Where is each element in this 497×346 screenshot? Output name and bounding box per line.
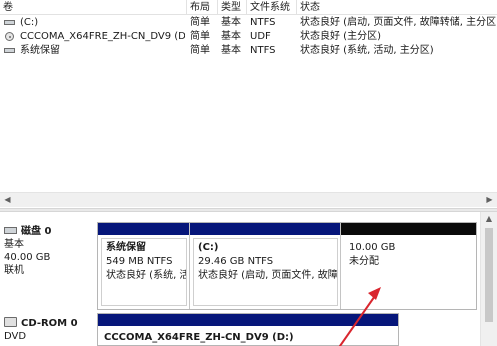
horizontal-scrollbar[interactable]: ◀ ▶ xyxy=(0,192,497,207)
disk-0-size: 40.00 GB xyxy=(4,252,51,263)
scroll-right-icon[interactable]: ▶ xyxy=(482,193,497,207)
column-header-volume[interactable]: 卷 xyxy=(0,0,187,15)
volume-name: (C:) xyxy=(20,17,39,28)
cdrom-0-type: DVD xyxy=(4,331,27,342)
volume-list-header: 卷 布局 类型 文件系统 状态 xyxy=(0,0,497,15)
disk-0-type: 基本 xyxy=(4,239,24,250)
volume-layout: 简单 xyxy=(190,31,210,42)
partition-system-reserved[interactable]: 系统保留 549 MB NTFS 状态良好 (系统, 活 xyxy=(98,223,190,309)
volume-filesystem: NTFS xyxy=(250,45,276,56)
column-header-type[interactable]: 类型 xyxy=(218,0,247,15)
drive-icon xyxy=(4,18,16,27)
cdrom-0-info[interactable]: CD-ROM 0 DVD xyxy=(4,317,94,343)
partition-status: 状态良好 (启动, 页面文件, 故障 xyxy=(198,270,338,281)
column-header-layout[interactable]: 布局 xyxy=(187,0,218,15)
partition-name: 系统保留 xyxy=(106,242,146,253)
volume-type: 基本 xyxy=(221,45,241,56)
disk-0-state: 联机 xyxy=(4,265,24,276)
drive-icon xyxy=(4,46,16,55)
volume-row-d[interactable]: CCCOMA_X64FRE_ZH-CN_DV9 (D:) 简单 基本 UDF 状… xyxy=(0,30,497,43)
cdrom-0-title: CD-ROM 0 xyxy=(21,318,78,329)
partition-status: 未分配 xyxy=(349,256,379,267)
volume-name: CCCOMA_X64FRE_ZH-CN_DV9 (D:) xyxy=(20,31,185,42)
volume-type: 基本 xyxy=(221,17,241,28)
volume-filesystem: NTFS xyxy=(250,17,276,28)
partition-c[interactable]: (C:) 29.46 GB NTFS 状态良好 (启动, 页面文件, 故障 xyxy=(190,223,341,309)
column-header-filesystem[interactable]: 文件系统 xyxy=(247,0,297,15)
disk-0-title: 磁盘 0 xyxy=(21,226,52,237)
partition-name: (C:) xyxy=(198,242,219,253)
volume-layout: 简单 xyxy=(190,45,210,56)
volume-status: 状态良好 (启动, 页面文件, 故障转储, 主分区) xyxy=(300,17,497,28)
partition-size: 29.46 GB NTFS xyxy=(198,256,274,267)
volume-row-system-reserved[interactable]: 系统保留 简单 基本 NTFS 状态良好 (系统, 活动, 主分区) xyxy=(0,44,497,57)
volume-filesystem: UDF xyxy=(250,31,271,42)
partition-unallocated[interactable]: 10.00 GB 未分配 xyxy=(341,223,476,309)
disk-0-partition-strip: 系统保留 549 MB NTFS 状态良好 (系统, 活 (C:) 29.46 … xyxy=(97,222,477,310)
scroll-up-icon[interactable]: ▲ xyxy=(481,212,497,226)
cdrom-0-volume[interactable]: CCCOMA_X64FRE_ZH-CN_DV9 (D:) xyxy=(97,313,399,346)
volume-layout: 简单 xyxy=(190,17,210,28)
scroll-left-icon[interactable]: ◀ xyxy=(0,193,15,207)
volume-list: 卷 布局 类型 文件系统 状态 (C:) 简单 基本 NTFS 状态良好 (启动… xyxy=(0,0,497,208)
cdrom-volume-label: CCCOMA_X64FRE_ZH-CN_DV9 (D:) xyxy=(104,332,294,343)
volume-type: 基本 xyxy=(221,31,241,42)
column-header-status[interactable]: 状态 xyxy=(297,0,497,15)
volume-status: 状态良好 (主分区) xyxy=(300,31,381,42)
cdrom-drive-icon xyxy=(4,317,17,327)
vertical-scrollbar[interactable]: ▲ xyxy=(480,212,497,346)
partition-size: 10.00 GB xyxy=(349,242,396,253)
volume-status: 状态良好 (系统, 活动, 主分区) xyxy=(300,45,434,56)
volume-row-c[interactable]: (C:) 简单 基本 NTFS 状态良好 (启动, 页面文件, 故障转储, 主分… xyxy=(0,16,497,29)
scroll-thumb[interactable] xyxy=(485,228,493,322)
volume-name: 系统保留 xyxy=(20,45,60,56)
disk-0-info[interactable]: 磁盘 0 基本 40.00 GB 联机 xyxy=(4,225,94,277)
partition-status: 状态良好 (系统, 活 xyxy=(106,270,187,281)
disk-drive-icon xyxy=(4,226,17,234)
disc-icon xyxy=(4,32,16,41)
partition-size: 549 MB NTFS xyxy=(106,256,173,267)
